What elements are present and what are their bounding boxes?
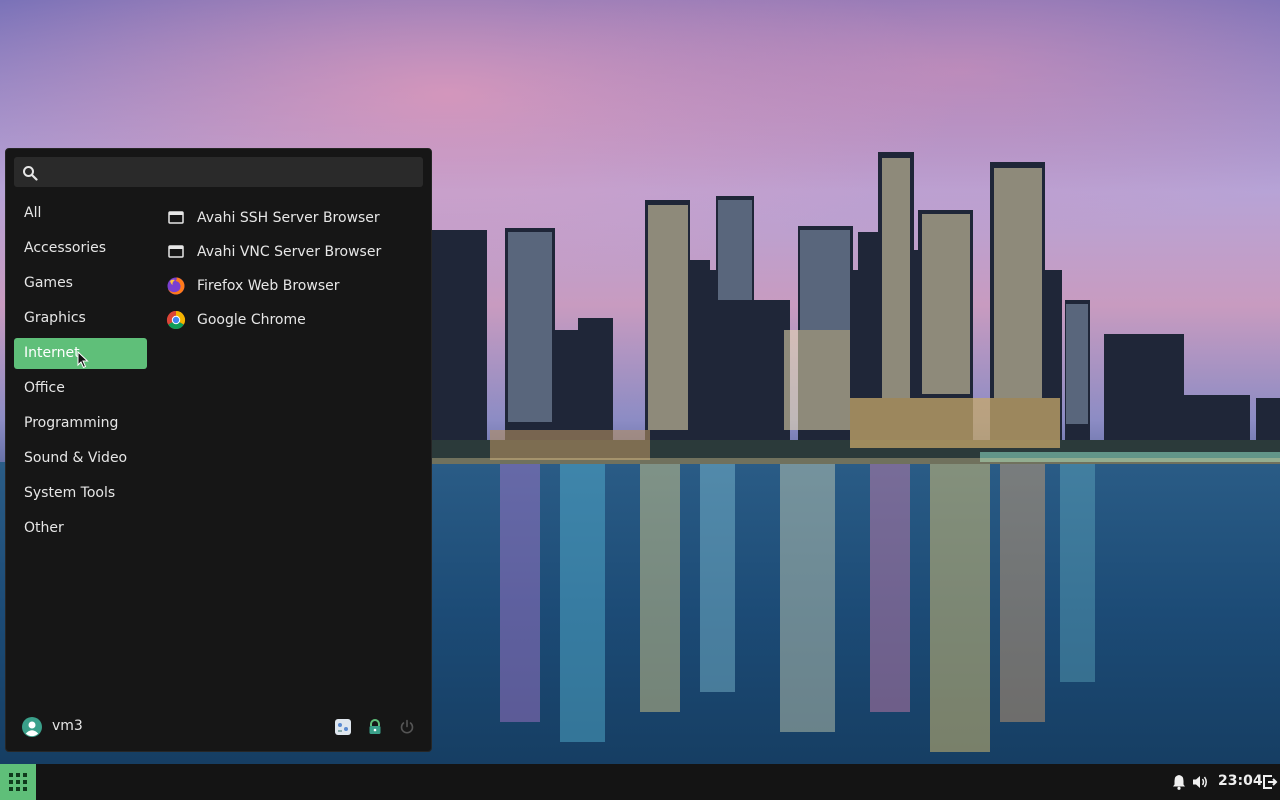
chrome-icon <box>166 311 186 330</box>
category-other[interactable]: Other <box>14 513 147 544</box>
taskbar: 23:04 <box>0 764 1280 800</box>
category-accessories[interactable]: Accessories <box>14 233 147 264</box>
search-icon <box>23 166 38 181</box>
app-menu-button[interactable] <box>0 764 36 800</box>
category-office[interactable]: Office <box>14 373 147 404</box>
network-window-icon <box>168 211 184 224</box>
app-firefox[interactable]: Firefox Web Browser <box>158 269 428 303</box>
app-label: Avahi VNC Server Browser <box>197 244 382 260</box>
clock[interactable]: 23:04 <box>1218 773 1263 789</box>
search-input[interactable] <box>48 161 412 185</box>
category-system-tools[interactable]: System Tools <box>14 478 147 509</box>
app-menu-panel: All Accessories Games Graphics Internet … <box>5 148 432 752</box>
lock-icon[interactable] <box>366 718 384 736</box>
app-avahi-ssh[interactable]: Avahi SSH Server Browser <box>158 201 428 235</box>
apps-grid-icon <box>9 773 27 791</box>
category-games[interactable]: Games <box>14 268 147 299</box>
app-label: Avahi SSH Server Browser <box>197 210 380 226</box>
app-avahi-vnc[interactable]: Avahi VNC Server Browser <box>158 235 428 269</box>
user-name[interactable]: vm3 <box>52 718 83 734</box>
app-list: Avahi SSH Server Browser Avahi VNC Serve… <box>158 201 428 337</box>
bell-icon[interactable] <box>1170 773 1188 791</box>
menu-footer: vm3 <box>6 703 431 751</box>
app-label: Firefox Web Browser <box>197 278 340 294</box>
volume-icon[interactable] <box>1191 773 1209 791</box>
category-sound-video[interactable]: Sound & Video <box>14 443 147 474</box>
power-icon[interactable] <box>398 718 416 736</box>
search-box[interactable] <box>14 157 423 187</box>
category-internet[interactable]: Internet <box>14 338 147 369</box>
category-label: Internet <box>24 345 80 361</box>
category-graphics[interactable]: Graphics <box>14 303 147 334</box>
mouse-cursor-icon <box>77 351 89 369</box>
firefox-icon <box>167 277 185 295</box>
app-label: Google Chrome <box>197 312 306 328</box>
logout-icon[interactable] <box>1261 773 1279 791</box>
category-all[interactable]: All <box>14 198 147 229</box>
user-avatar-icon[interactable] <box>22 717 42 737</box>
category-list: All Accessories Games Graphics Internet … <box>14 198 147 548</box>
network-window-icon <box>168 245 184 258</box>
settings-icon[interactable] <box>334 718 352 736</box>
app-google-chrome[interactable]: Google Chrome <box>158 303 428 337</box>
category-programming[interactable]: Programming <box>14 408 147 439</box>
